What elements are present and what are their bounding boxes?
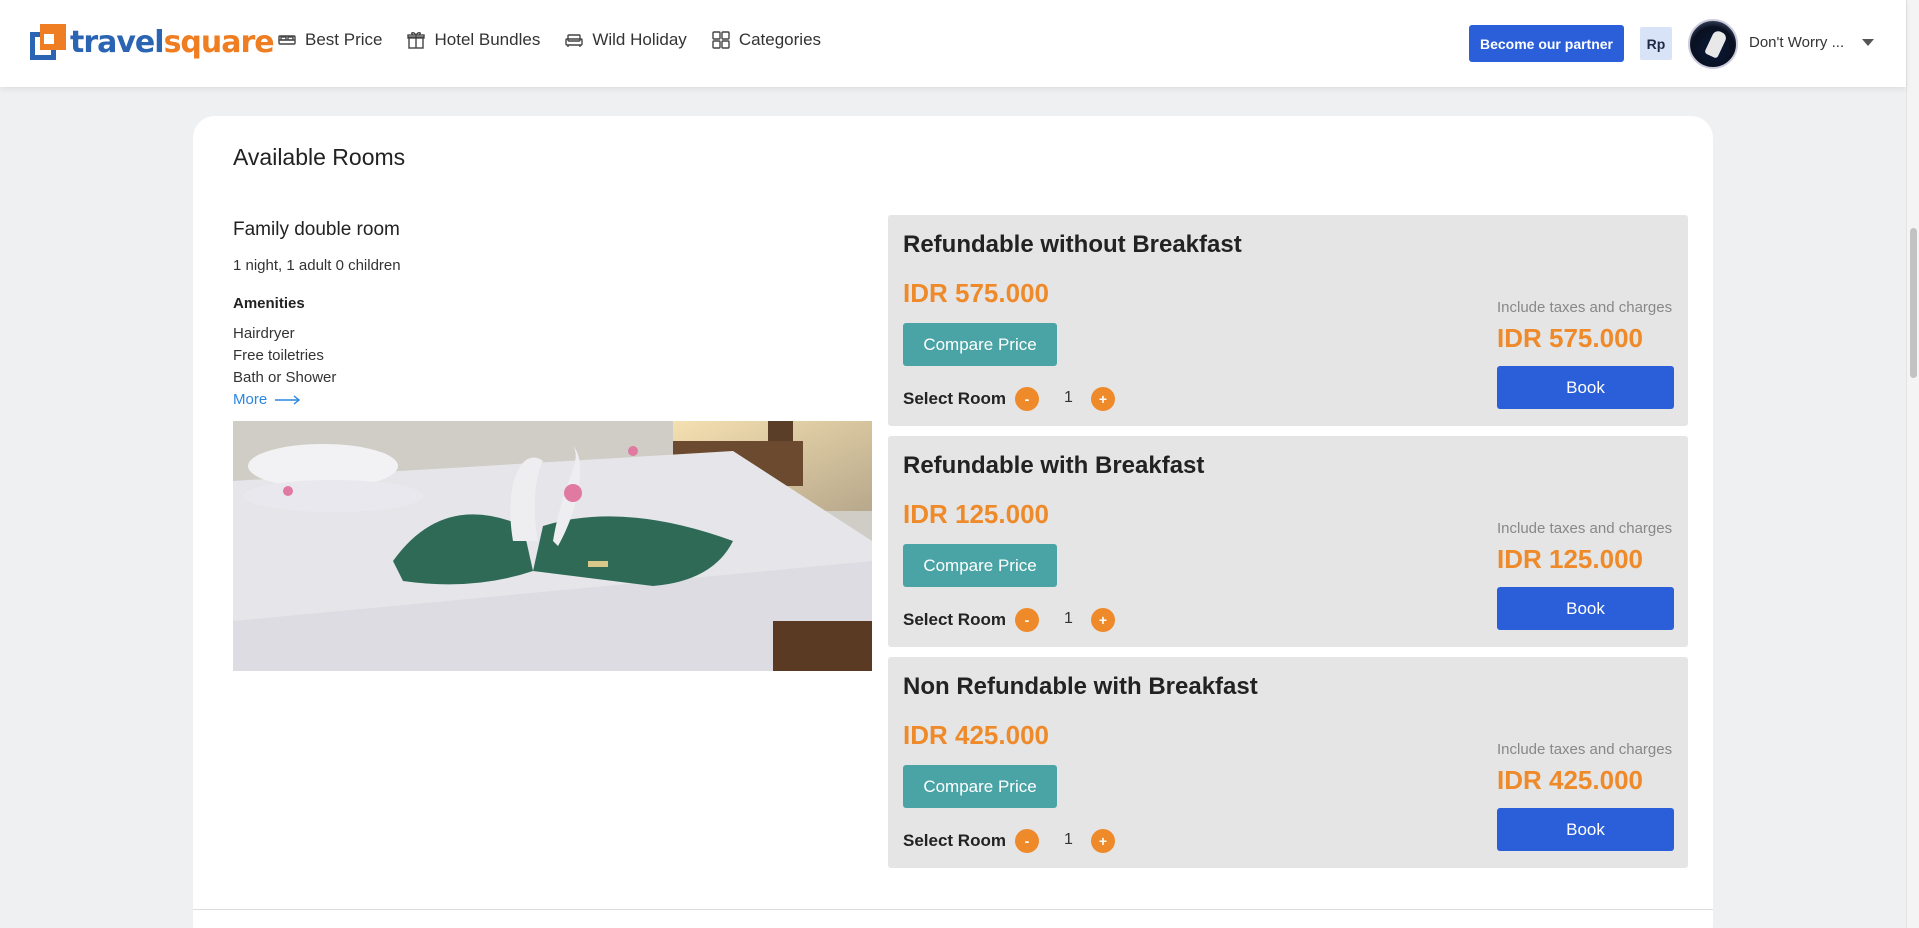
rate-title: Refundable with Breakfast	[903, 452, 1205, 479]
nav-categories[interactable]: Categories	[711, 30, 821, 50]
nav-wild-holiday[interactable]: Wild Holiday	[564, 30, 687, 50]
select-room-label: Select Room	[903, 389, 1006, 408]
room-photo[interactable]	[233, 421, 872, 671]
logo-mark-icon	[30, 24, 66, 60]
more-amenities-link[interactable]: More	[233, 391, 301, 408]
room-quantity: 1	[1064, 389, 1073, 406]
increase-quantity-button[interactable]: +	[1091, 829, 1115, 853]
tax-note: Include taxes and charges	[1497, 299, 1673, 316]
amenities-title: Amenities	[233, 295, 305, 312]
rate-option: Refundable with Breakfast IDR 125.000 Co…	[888, 436, 1688, 647]
rate-title: Non Refundable with Breakfast	[903, 673, 1258, 700]
room-quantity: 1	[1064, 610, 1073, 627]
arrow-right-icon	[275, 394, 301, 405]
compare-price-button[interactable]: Compare Price	[903, 544, 1057, 587]
total-price: IDR 125.000	[1497, 544, 1643, 574]
book-button[interactable]: Book	[1497, 366, 1674, 409]
divider	[193, 909, 1713, 910]
book-button[interactable]: Book	[1497, 808, 1674, 851]
compare-price-button[interactable]: Compare Price	[903, 765, 1057, 808]
room-name: Family double room	[233, 219, 400, 240]
increase-quantity-button[interactable]: +	[1091, 387, 1115, 411]
scrollbar-thumb[interactable]	[1910, 228, 1917, 378]
rate-option: Non Refundable with Breakfast IDR 425.00…	[888, 657, 1688, 868]
page-scrollbar[interactable]	[1906, 0, 1919, 928]
avatar[interactable]	[1688, 19, 1738, 69]
nav-categories-label: Categories	[738, 30, 822, 49]
currency-selector[interactable]: Rp	[1640, 27, 1672, 60]
total-price: IDR 575.000	[1497, 323, 1643, 353]
decrease-quantity-button[interactable]: -	[1015, 608, 1039, 632]
chevron-down-icon[interactable]	[1862, 39, 1874, 46]
logo-wordmark: travelsquare	[70, 24, 275, 60]
select-room-label: Select Room	[903, 831, 1006, 850]
main-nav: Best Price Hotel Bundles Wild Holiday Ca…	[277, 30, 821, 50]
tax-note: Include taxes and charges	[1497, 741, 1673, 758]
increase-quantity-button[interactable]: +	[1091, 608, 1115, 632]
rate-price: IDR 425.000	[903, 720, 1049, 750]
rate-option: Refundable without Breakfast IDR 575.000…	[888, 215, 1688, 426]
page-title: Available Rooms	[233, 144, 406, 170]
sofa-icon	[565, 34, 584, 47]
book-button[interactable]: Book	[1497, 587, 1674, 630]
gift-icon	[407, 32, 426, 49]
rate-price: IDR 125.000	[903, 499, 1049, 529]
amenity-item: Hairdryer	[233, 325, 295, 342]
user-name[interactable]: Don't Worry ...	[1749, 34, 1844, 51]
decrease-quantity-button[interactable]: -	[1015, 387, 1039, 411]
amenity-item: Bath or Shower	[233, 369, 337, 386]
total-price: IDR 425.000	[1497, 765, 1643, 795]
rate-title: Refundable without Breakfast	[903, 231, 1242, 258]
room-guests: 1 night, 1 adult 0 children	[233, 257, 401, 274]
nav-hotel-bundles-label: Hotel Bundles	[434, 30, 541, 49]
room-photo-illustration	[233, 421, 872, 671]
decrease-quantity-button[interactable]: -	[1015, 829, 1039, 853]
nav-hotel-bundles[interactable]: Hotel Bundles	[406, 30, 540, 50]
more-label: More	[233, 391, 268, 408]
compare-price-button[interactable]: Compare Price	[903, 323, 1057, 366]
nav-best-price[interactable]: Best Price	[277, 30, 382, 50]
travelsquare-logo[interactable]: travelsquare	[30, 24, 275, 60]
become-partner-button[interactable]: Become our partner	[1469, 25, 1624, 62]
select-room-label: Select Room	[903, 610, 1006, 629]
nav-best-price-label: Best Price	[305, 30, 383, 49]
bed-icon	[278, 35, 296, 45]
top-navbar: travelsquare Best Price Hotel Bundles Wi…	[0, 0, 1906, 87]
room-quantity: 1	[1064, 831, 1073, 848]
amenity-item: Free toiletries	[233, 347, 324, 364]
nav-wild-holiday-label: Wild Holiday	[592, 30, 687, 49]
grid-icon	[712, 31, 730, 49]
tax-note: Include taxes and charges	[1497, 520, 1673, 537]
rate-price: IDR 575.000	[903, 278, 1049, 308]
